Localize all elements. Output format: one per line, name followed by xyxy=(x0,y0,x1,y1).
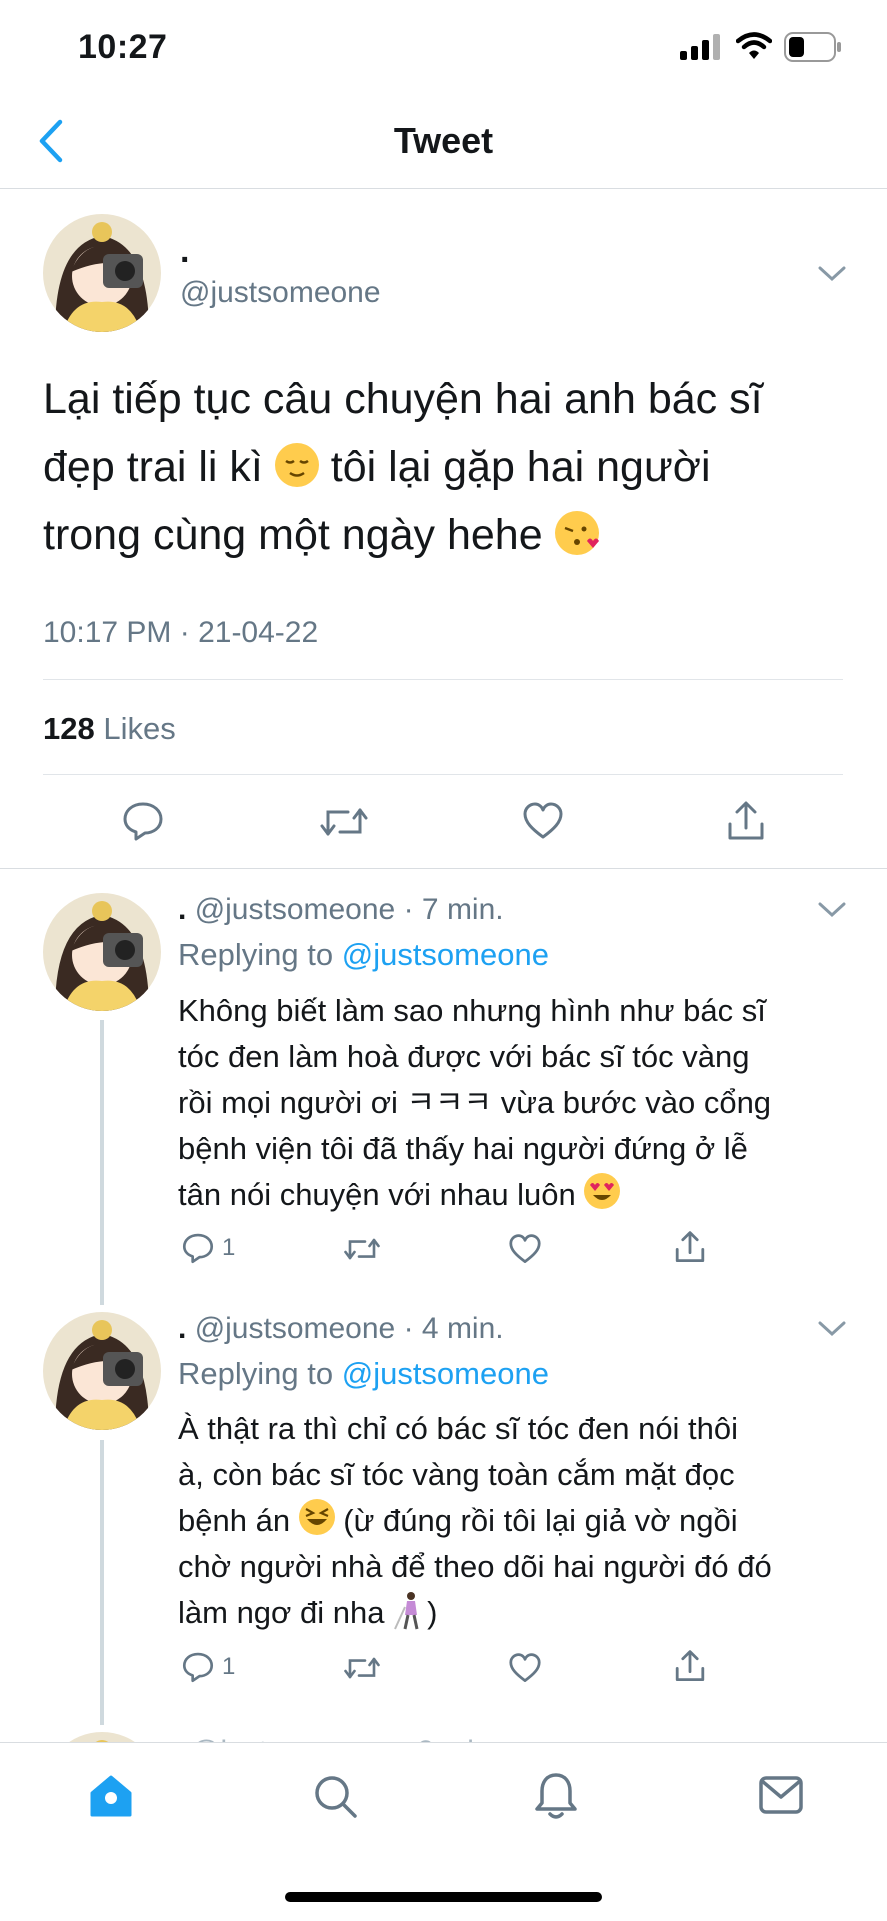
likes-label: Likes xyxy=(103,711,176,746)
wifi-icon xyxy=(736,32,772,59)
likes-count: 128 xyxy=(43,711,95,746)
home-indicator[interactable] xyxy=(285,1892,602,1902)
replying-to: Replying to @justsomeone xyxy=(178,937,549,973)
search-icon[interactable] xyxy=(312,1773,358,1819)
home-icon[interactable] xyxy=(88,1773,134,1819)
tweet-timestamp: 10:17 PM · 21-04-22 xyxy=(43,616,319,649)
battery-icon xyxy=(784,32,841,62)
reply-text-line: à, còn bác sĩ tóc vàng toàn cắm mặt đọc xyxy=(178,1457,735,1492)
reply-text-segment: làm ngơ đi nha xyxy=(178,1595,394,1630)
relieved-face-emoji-icon xyxy=(274,443,319,487)
thread-line xyxy=(100,1440,104,1725)
reply-text-line: bệnh viện tôi đã thấy hai người đứng ở l… xyxy=(178,1131,748,1166)
thread-line xyxy=(100,1020,104,1305)
chevron-down-icon[interactable] xyxy=(818,1321,846,1337)
tweet-text-segment: đẹp trai li kì xyxy=(43,443,275,491)
laughing-face-emoji-icon xyxy=(298,1499,335,1535)
reply-text-segment: tân nói chuyện với nhau luôn xyxy=(178,1177,585,1212)
divider xyxy=(0,868,887,869)
tweet-text-segment: trong cùng một ngày hehe xyxy=(43,511,555,559)
retweet-icon[interactable] xyxy=(343,1234,381,1264)
avatar[interactable] xyxy=(43,893,161,1011)
status-time: 10:27 xyxy=(78,28,168,66)
avatar[interactable] xyxy=(43,214,161,332)
avatar[interactable] xyxy=(43,1312,161,1430)
person-with-cane-emoji-icon xyxy=(394,1592,419,1630)
divider xyxy=(43,774,843,775)
share-icon[interactable] xyxy=(674,1230,706,1264)
reply-text-line: tóc đen làm hoà được với bác sĩ tóc vàng xyxy=(178,1039,750,1074)
reply-text-segment: ) xyxy=(427,1595,438,1630)
reply-author-handle[interactable]: @justsomeone xyxy=(195,893,396,926)
reply-action[interactable]: 1 xyxy=(182,1651,235,1683)
reply-time: · 7 min. xyxy=(403,893,504,926)
nav-divider xyxy=(0,188,887,189)
tweet-text-line: trong cùng một ngày hehe xyxy=(43,501,843,569)
chevron-down-icon[interactable] xyxy=(818,902,846,918)
reply-author-name[interactable]: . xyxy=(178,1312,186,1345)
replying-to-label: Replying to xyxy=(178,937,334,972)
reply-time: · 4 min. xyxy=(403,1312,504,1345)
reply-action[interactable]: 1 xyxy=(182,1232,235,1264)
kissing-face-emoji-icon xyxy=(554,511,599,555)
reply-text: À thật ra thì chỉ có bác sĩ tóc đen nói … xyxy=(178,1406,838,1636)
like-icon[interactable] xyxy=(508,1234,542,1264)
reply-text-line: Không biết làm sao nhưng hình như bác sĩ xyxy=(178,993,766,1028)
likes-stat[interactable]: 128 Likes xyxy=(43,711,176,747)
reply-author-handle[interactable]: @justsomeone xyxy=(195,1312,396,1345)
retweet-icon[interactable] xyxy=(343,1653,381,1683)
reply-author-name[interactable]: . xyxy=(178,893,186,926)
share-icon[interactable] xyxy=(726,800,766,842)
reply-text-line: chờ người nhà để theo dõi hai người đó đ… xyxy=(178,1549,772,1584)
reply-text-segment: bệnh án xyxy=(178,1503,299,1538)
retweet-icon[interactable] xyxy=(320,802,368,842)
reply-text-line: À thật ra thì chỉ có bác sĩ tóc đen nói … xyxy=(178,1411,739,1446)
reply-text: Không biết làm sao nhưng hình như bác sĩ… xyxy=(178,988,838,1218)
share-icon[interactable] xyxy=(674,1649,706,1683)
reply-text-line: làm ngơ đi nha ) xyxy=(178,1590,838,1636)
notifications-icon[interactable] xyxy=(534,1771,578,1821)
tweet-text: Lại tiếp tục câu chuyện hai anh bác sĩ đ… xyxy=(43,365,843,569)
reply-icon[interactable] xyxy=(182,1232,214,1264)
messages-icon[interactable] xyxy=(758,1775,804,1815)
tweet-text-segment: tôi lại gặp hai người xyxy=(330,443,711,491)
like-icon[interactable] xyxy=(508,1653,542,1683)
reply-icon[interactable] xyxy=(182,1651,214,1683)
replying-to-link[interactable]: @justsomeone xyxy=(342,1356,549,1391)
page-title: Tweet xyxy=(393,120,494,161)
tweet-author-handle[interactable]: @justsomeone xyxy=(180,276,381,310)
reply-icon[interactable] xyxy=(122,800,164,842)
reply-header: . @justsomeone · 7 min. xyxy=(178,893,504,927)
reply-text-line: tân nói chuyện với nhau luôn xyxy=(178,1172,838,1218)
like-icon[interactable] xyxy=(522,802,564,840)
heart-eyes-emoji-icon xyxy=(584,1173,621,1209)
replying-to-label: Replying to xyxy=(178,1356,334,1391)
replying-to: Replying to @justsomeone xyxy=(178,1356,549,1392)
reply-count: 1 xyxy=(222,1234,236,1261)
replying-to-link[interactable]: @justsomeone xyxy=(342,937,549,972)
tweet-author-name[interactable]: . xyxy=(180,232,189,271)
reply-text-line: bệnh án (ừ đúng rồi tôi lại giả vờ ngồi xyxy=(178,1498,838,1544)
divider xyxy=(43,679,843,680)
tweet-text-line: đẹp trai li kì tôi lại gặp hai người xyxy=(43,433,843,501)
reply-header: . @justsomeone · 4 min. xyxy=(178,1312,504,1346)
reply-text-line: rồi mọi người ơi ㅋㅋㅋ vừa bước vào cổng xyxy=(178,1085,772,1120)
chevron-down-icon[interactable] xyxy=(818,266,846,282)
reply-count: 1 xyxy=(222,1653,236,1680)
tweet-text-line: Lại tiếp tục câu chuyện hai anh bác sĩ xyxy=(43,375,763,423)
reply-text-segment: (ừ đúng rồi tôi lại giả vờ ngồi xyxy=(334,1503,738,1538)
signal-icon xyxy=(680,34,720,60)
